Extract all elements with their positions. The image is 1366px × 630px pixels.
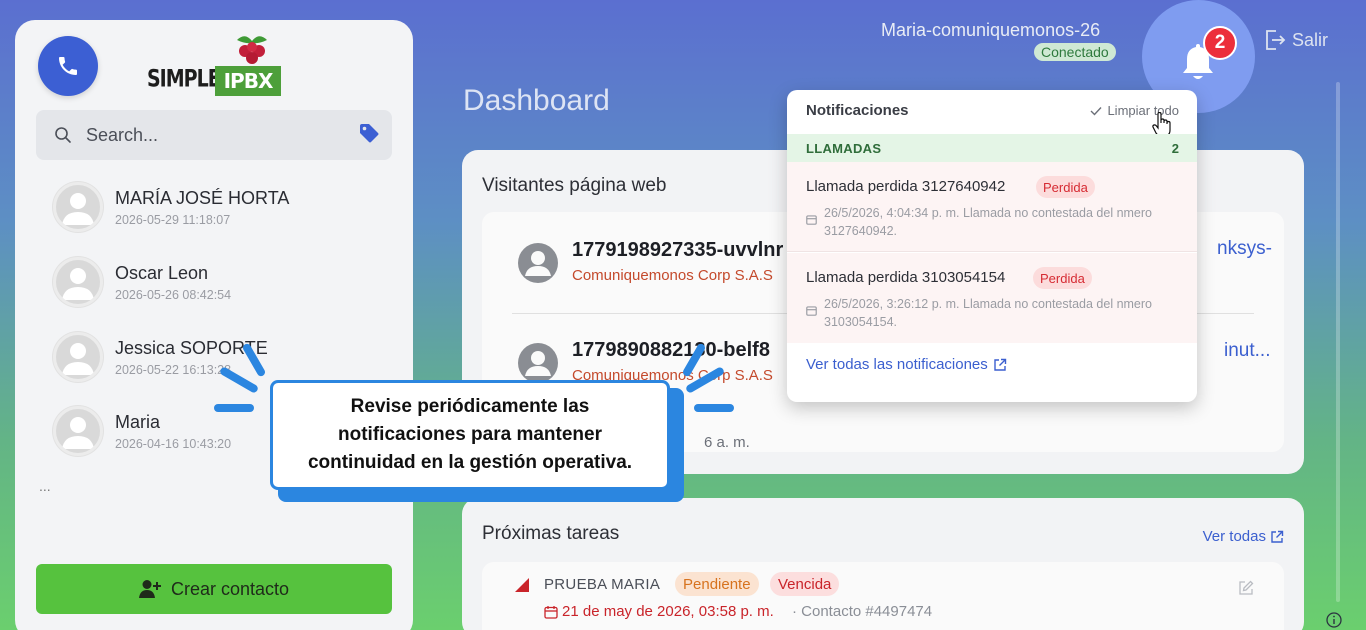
logo-ipbx-text: IPBX	[215, 66, 281, 96]
notification-title: Llamada perdida 3103054154	[806, 269, 1006, 286]
visitor-avatar-icon	[518, 343, 558, 383]
contact-date: 2026-05-26 08:42:54	[115, 287, 232, 302]
task-date: 21 de may de 2026, 03:58 p. m.	[544, 603, 774, 620]
visitor-link[interactable]: nksys-	[1217, 238, 1272, 260]
contact-date: 2026-05-29 11:18:07	[115, 212, 231, 227]
contact-item[interactable]: Oscar Leon 2026-05-26 08:42:54	[53, 251, 383, 313]
tip-callout: Revise periódicamente las notificaciones…	[270, 380, 670, 490]
logout-label: Salir	[1292, 29, 1329, 50]
task-contact: · Contacto #4497474	[792, 603, 933, 620]
missed-badge: Perdida	[1036, 176, 1095, 198]
avatar	[53, 257, 103, 307]
phone-button[interactable]	[38, 36, 98, 96]
tasks-card: Próximas tareas Ver todas PRUEBA MARIA P…	[462, 498, 1304, 630]
avatar	[53, 332, 103, 382]
task-item[interactable]: PRUEBA MARIA Pendiente Vencida 21 de may…	[482, 562, 1284, 630]
tag-icon[interactable]	[358, 122, 380, 144]
contact-item[interactable]: MARÍA JOSÉ HORTA 2026-05-29 11:18:07	[53, 176, 383, 238]
task-name: PRUEBA MARIA	[544, 576, 661, 593]
logo-simple-text: SIMPLE	[147, 65, 221, 93]
contact-name: Maria	[115, 411, 161, 432]
contact-name: Oscar Leon	[115, 262, 209, 283]
visitor-link[interactable]: inut...	[1224, 340, 1270, 362]
visitors-card-title: Visitantes página web	[482, 175, 667, 196]
calendar-icon	[544, 605, 558, 619]
view-all-notifications-link[interactable]: Ver todas las notificaciones	[806, 356, 1007, 373]
notification-item[interactable]: Llamada perdida 3103054154 Perdida 26/5/…	[787, 253, 1197, 343]
tasks-view-all-link[interactable]: Ver todas	[1203, 528, 1284, 545]
section-count: 2	[1171, 141, 1179, 156]
priority-flag-icon	[515, 578, 529, 592]
tasks-view-all-label: Ver todas	[1202, 528, 1266, 545]
visitor-id: 1779890882130-belf8	[572, 339, 770, 361]
logout-icon	[1266, 30, 1286, 50]
avatar	[53, 406, 103, 456]
task-date-text: 21 de may de 2026, 03:58 p. m.	[562, 603, 774, 620]
notifications-title: Notificaciones	[806, 102, 909, 119]
view-all-notifications-label: Ver todas las notificaciones	[806, 356, 988, 373]
search-input[interactable]	[86, 120, 346, 150]
user-avatar-icon	[62, 193, 94, 225]
external-link-icon	[1271, 530, 1284, 543]
visitor-id: 1779198927335-uvvlnr	[572, 239, 784, 261]
info-icon[interactable]	[1326, 612, 1342, 628]
notification-count-badge: 2	[1203, 26, 1237, 60]
search-bar	[36, 110, 392, 160]
user-avatar-icon	[62, 268, 94, 300]
contacts-more-indicator: ...	[39, 478, 51, 494]
simple-ipbx-logo: SIMPLE IPBX	[145, 32, 285, 98]
user-name: Maria-comuniquemonos-26	[881, 20, 1101, 40]
calendar-icon	[806, 306, 817, 316]
status-badge: Conectado	[1034, 43, 1116, 61]
notification-title: Llamada perdida 3127640942	[806, 178, 1006, 195]
calls-section-header: LLAMADAS 2	[787, 134, 1197, 162]
contact-item[interactable]: Jessica SOPORTE 2026-05-22 16:13:28	[53, 326, 383, 388]
create-contact-label: Crear contacto	[170, 578, 290, 599]
contact-date: 2026-04-16 10:43:20	[115, 436, 232, 451]
visitor-company: Comuniquemonos Corp S.A.S	[572, 267, 773, 284]
logout-button[interactable]: Salir	[1264, 28, 1328, 52]
notifications-header: Notificaciones Limpiar todo	[787, 90, 1197, 137]
notifications-dropdown: Notificaciones Limpiar todo LLAMADAS 2 L…	[787, 90, 1197, 402]
user-avatar-icon	[62, 417, 94, 449]
scrollbar[interactable]	[1336, 82, 1340, 602]
notification-description: 26/5/2026, 4:04:34 p. m. Llamada no cont…	[824, 206, 1153, 238]
phone-icon	[59, 57, 77, 75]
visitor-time: 6 a. m.	[704, 434, 750, 451]
section-label: LLAMADAS	[806, 141, 882, 156]
add-user-icon	[138, 580, 161, 598]
edit-icon[interactable]	[1238, 580, 1254, 596]
external-link-icon	[994, 358, 1006, 371]
visitor-avatar-icon	[518, 243, 558, 283]
check-icon	[1090, 106, 1102, 116]
task-status-badge: Pendiente	[675, 572, 759, 596]
callout-ray	[694, 404, 734, 412]
sidebar: SIMPLE IPBX MARÍA JOSÉ HORTA 2026-05-29 …	[15, 20, 413, 630]
contact-name: MARÍA JOSÉ HORTA	[115, 187, 290, 208]
search-icon	[55, 127, 71, 143]
page-title: Dashboard	[463, 84, 610, 117]
missed-badge: Perdida	[1033, 267, 1092, 289]
raspberry-logo-icon	[237, 36, 267, 64]
contact-date: 2026-05-22 16:13:28	[115, 362, 232, 377]
callout-ray	[214, 404, 254, 412]
tasks-card-title: Próximas tareas	[482, 523, 620, 544]
user-avatar-icon	[62, 343, 94, 375]
calendar-icon	[806, 215, 817, 225]
visitor-item[interactable]: 1779198927335-uvvlnr Comuniquemonos Corp…	[517, 234, 817, 294]
notification-description: 26/5/2026, 3:26:12 p. m. Llamada no cont…	[824, 297, 1153, 329]
create-contact-button[interactable]: Crear contacto	[36, 564, 392, 614]
task-overdue-badge: Vencida	[770, 572, 840, 596]
notification-item[interactable]: Llamada perdida 3127640942 Perdida 26/5/…	[787, 162, 1197, 252]
avatar	[53, 182, 103, 232]
